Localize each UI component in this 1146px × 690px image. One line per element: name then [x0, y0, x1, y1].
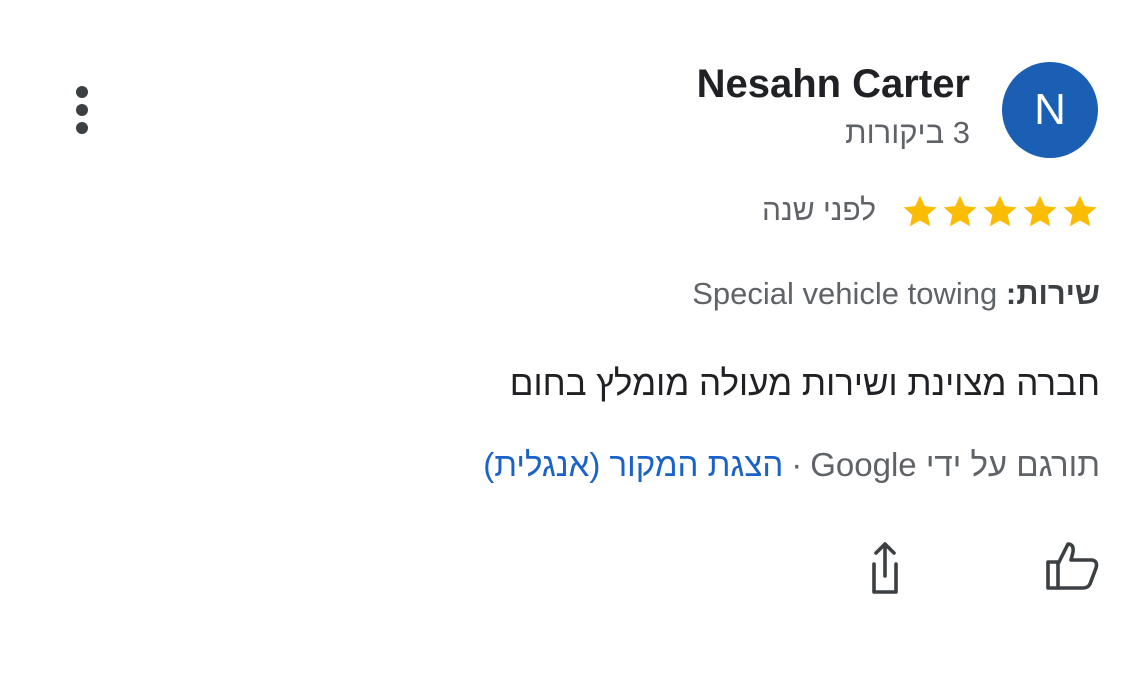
share-button[interactable]	[852, 534, 916, 598]
more-options-button[interactable]	[62, 80, 102, 140]
star-icon	[983, 195, 1017, 227]
like-button[interactable]	[1040, 534, 1104, 598]
translation-line: תורגם על ידי Google·הצגת המקור (אנגלית)	[483, 446, 1100, 484]
service-label: שירות:	[1005, 276, 1100, 311]
author-avatar[interactable]: N	[1002, 62, 1098, 158]
review-card: N Nesahn Carter 3 ביקורות לפני שנה שירות…	[0, 0, 1146, 690]
review-text: חברה מצוינת ושירות מעולה מומלץ בחום	[509, 364, 1100, 403]
review-time: לפני שנה	[762, 194, 876, 227]
share-icon	[872, 542, 898, 594]
show-original-link[interactable]: הצגת המקור (אנגלית)	[483, 446, 783, 483]
author-name[interactable]: Nesahn Carter	[697, 62, 970, 107]
author-review-count: 3 ביקורות	[845, 115, 970, 150]
separator: ·	[791, 446, 803, 483]
star-icon	[943, 195, 977, 227]
star-icon	[903, 195, 937, 227]
service-value: Special vehicle towing	[692, 276, 998, 311]
translation-note: תורגם על ידי Google	[810, 446, 1100, 483]
star-icon	[1063, 195, 1097, 227]
star-icon	[1023, 195, 1057, 227]
thumbs-up-icon	[1046, 542, 1099, 590]
star-rating	[900, 192, 1100, 236]
service-line: שירות: Special vehicle towing	[692, 276, 1100, 312]
